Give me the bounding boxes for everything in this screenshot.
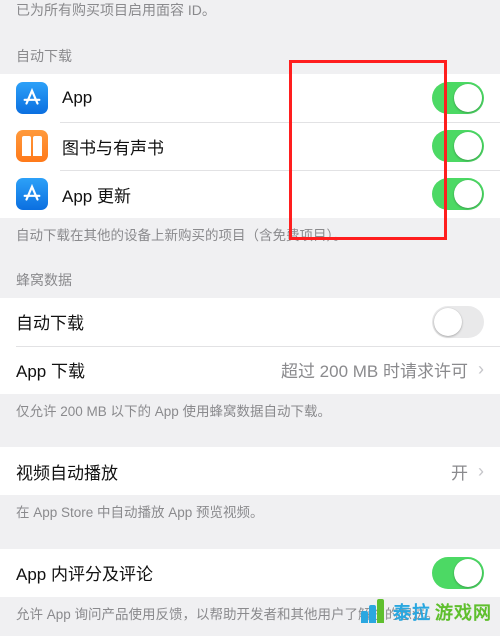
watermark-logo-icon bbox=[357, 596, 389, 628]
auto-download-books-label: 图书与有声书 bbox=[62, 134, 432, 159]
books-glyph-icon bbox=[22, 136, 42, 156]
cellular-auto-download-label: 自动下载 bbox=[16, 309, 432, 334]
video-autoplay-label: 视频自动播放 bbox=[16, 459, 451, 484]
video-autoplay-value: 开 bbox=[451, 459, 468, 484]
cellular-auto-download-toggle[interactable] bbox=[432, 306, 484, 338]
chevron-right-icon: › bbox=[478, 461, 484, 482]
auto-download-app-row[interactable]: App bbox=[0, 74, 500, 122]
cellular-app-download-label: App 下载 bbox=[16, 357, 281, 382]
in-app-review-toggle[interactable] bbox=[432, 557, 484, 589]
auto-download-group: App 图书与有声书 App 更新 bbox=[0, 74, 500, 218]
cellular-auto-download-row[interactable]: 自动下载 bbox=[0, 298, 500, 346]
in-app-review-label: App 内评分及评论 bbox=[16, 560, 432, 585]
cellular-app-download-row[interactable]: App 下载 超过 200 MB 时请求许可 › bbox=[0, 346, 500, 394]
appstore-icon bbox=[16, 82, 48, 114]
auto-download-updates-label: App 更新 bbox=[62, 182, 432, 207]
appstore-a-icon bbox=[21, 183, 43, 205]
auto-download-app-label: App bbox=[62, 88, 432, 108]
auto-download-footer: 自动下载在其他的设备上新购买的项目（含免费项目）。 bbox=[0, 218, 500, 252]
auto-download-updates-toggle[interactable] bbox=[432, 178, 484, 210]
video-group: 视频自动播放 开 › bbox=[0, 447, 500, 495]
auto-download-updates-row[interactable]: App 更新 bbox=[0, 170, 500, 218]
watermark-text-2: 游戏网 bbox=[435, 599, 492, 625]
video-footer: 在 App Store 中自动播放 App 预览视频。 bbox=[0, 495, 500, 529]
cellular-app-download-value: 超过 200 MB 时请求许可 bbox=[281, 357, 468, 382]
auto-download-app-toggle[interactable] bbox=[432, 82, 484, 114]
cellular-section-header: 蜂窝数据 bbox=[0, 252, 500, 298]
chevron-right-icon: › bbox=[478, 359, 484, 380]
auto-download-books-row[interactable]: 图书与有声书 bbox=[0, 122, 500, 170]
auto-download-section-header: 自动下载 bbox=[0, 28, 500, 74]
appstore-icon bbox=[16, 178, 48, 210]
cellular-group: 自动下载 App 下载 超过 200 MB 时请求许可 › bbox=[0, 298, 500, 394]
review-group: App 内评分及评论 bbox=[0, 549, 500, 597]
cellular-footer: 仅允许 200 MB 以下的 App 使用蜂窝数据自动下载。 bbox=[0, 394, 500, 428]
face-id-footer: 已为所有购买项目启用面容 ID。 bbox=[0, 0, 500, 28]
appstore-a-icon bbox=[21, 87, 43, 109]
watermark: 泰拉游戏网 bbox=[357, 596, 492, 628]
video-autoplay-row[interactable]: 视频自动播放 开 › bbox=[0, 447, 500, 495]
auto-download-books-toggle[interactable] bbox=[432, 130, 484, 162]
in-app-review-row[interactable]: App 内评分及评论 bbox=[0, 549, 500, 597]
watermark-text-1: 泰拉 bbox=[393, 599, 431, 625]
books-icon bbox=[16, 130, 48, 162]
